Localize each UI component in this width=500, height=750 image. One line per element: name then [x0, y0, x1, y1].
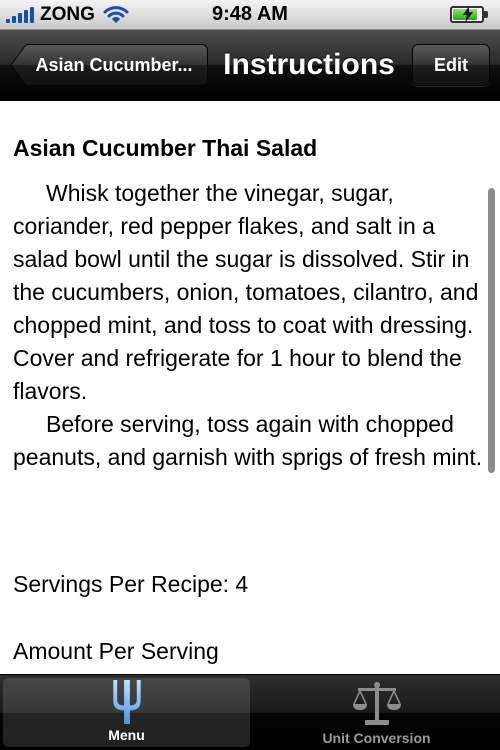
scale-icon: [352, 682, 401, 725]
page-title: Instructions: [223, 48, 395, 81]
tab-unit-conversion-label: Unit Conversion: [322, 730, 431, 746]
tab-menu-label: Menu: [108, 727, 145, 743]
battery-icon: [450, 6, 488, 23]
back-button[interactable]: Asian Cucumber...: [10, 44, 208, 86]
status-bar: ZONG 9:48 AM: [0, 0, 500, 30]
fork-icon: [112, 679, 141, 725]
instructions-paragraph: Before serving, toss again with chopped …: [13, 411, 483, 470]
scroll-indicator[interactable]: [488, 188, 495, 473]
instructions-paragraph: Whisk together the vinegar, sugar, coria…: [13, 180, 479, 404]
navigation-bar: Asian Cucumber... Instructions Edit: [0, 30, 500, 100]
tab-unit-conversion[interactable]: Unit Conversion: [253, 675, 500, 750]
charging-bolt-icon: [463, 6, 473, 23]
back-button-label: Asian Cucumber...: [35, 54, 193, 75]
amount-per-serving: Amount Per Serving: [13, 638, 219, 664]
tab-menu[interactable]: Menu: [3, 678, 250, 747]
tab-bar: Menu Unit Conversion: [0, 674, 500, 750]
edit-button[interactable]: Edit: [412, 44, 490, 86]
recipe-title: Asian Cucumber Thai Salad: [13, 135, 318, 161]
status-time: 9:48 AM: [212, 3, 288, 25]
instructions-content[interactable]: Asian Cucumber Thai Salad Whisk together…: [0, 101, 500, 674]
instructions-text: Whisk together the vinegar, sugar, coria…: [13, 177, 483, 474]
servings-per-recipe: Servings Per Recipe: 4: [13, 571, 249, 597]
